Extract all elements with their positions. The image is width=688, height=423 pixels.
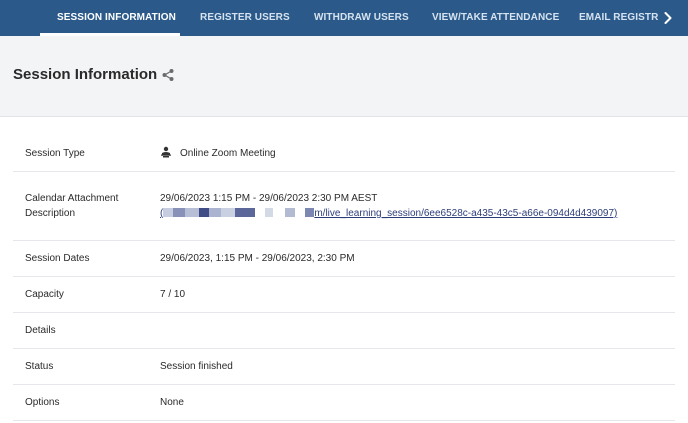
calendar-link-suffix: m/live_learning_session/6ee6528c-a435-43…	[314, 208, 618, 219]
tab-bar: SESSION INFORMATION REGISTER USERS WITHD…	[0, 0, 688, 36]
session-dates-value: 29/06/2023, 1:15 PM - 29/06/2023, 2:30 P…	[160, 253, 355, 264]
tab-view-take-attendance[interactable]: VIEW/TAKE ATTENDANCE	[432, 0, 559, 36]
details-label: Details	[25, 325, 56, 336]
session-type-value: Online Zoom Meeting	[160, 146, 276, 161]
calendar-link[interactable]: (m/live_learning_session/6ee6528c-a435-4…	[160, 206, 617, 221]
calendar-value-line1: 29/06/2023 1:15 PM - 29/06/2023 2:30 PM …	[160, 193, 378, 204]
row-capacity: Capacity 7 / 10	[13, 277, 675, 313]
status-value: Session finished	[160, 361, 233, 372]
session-type-label: Session Type	[25, 148, 85, 159]
redacted-url-part	[305, 208, 315, 217]
calendar-label-line1: Calendar Attachment	[25, 193, 119, 204]
row-session-type: Session Type Online Zoom Meeting	[13, 136, 675, 172]
tab-register-users[interactable]: REGISTER USERS	[200, 0, 290, 36]
session-type-text: Online Zoom Meeting	[180, 148, 276, 159]
options-label: Options	[25, 397, 60, 408]
capacity-label: Capacity	[25, 289, 64, 300]
chevron-right-icon[interactable]	[660, 0, 676, 36]
redacted-url-part	[163, 208, 286, 217]
capacity-value: 7 / 10	[160, 289, 186, 300]
session-details: Session Type Online Zoom Meeting Calenda…	[13, 136, 675, 421]
row-details: Details	[13, 313, 675, 349]
options-value: None	[160, 397, 184, 408]
row-calendar-attachment: Calendar Attachment Description 29/06/20…	[13, 172, 675, 241]
tab-email-registrants[interactable]: EMAIL REGISTR	[579, 0, 658, 36]
row-status: Status Session finished	[13, 349, 675, 385]
session-dates-label: Session Dates	[25, 253, 90, 264]
tab-withdraw-users[interactable]: WITHDRAW USERS	[314, 0, 409, 36]
share-icon[interactable]	[161, 68, 175, 82]
tab-session-information[interactable]: SESSION INFORMATION	[57, 0, 176, 36]
row-session-dates: Session Dates 29/06/2023, 1:15 PM - 29/0…	[13, 241, 675, 277]
status-label: Status	[25, 361, 54, 372]
page-header: Session Information	[0, 36, 688, 117]
calendar-attachment-label: Calendar Attachment Description	[25, 191, 118, 221]
row-options: Options None	[13, 385, 675, 421]
page-title: Session Information	[13, 66, 158, 83]
zoom-meeting-icon	[160, 146, 172, 158]
redacted-url-part	[285, 208, 296, 217]
redacted-url-part	[295, 208, 306, 217]
calendar-attachment-value: 29/06/2023 1:15 PM - 29/06/2023 2:30 PM …	[160, 191, 617, 221]
calendar-label-line2: Description	[25, 208, 76, 219]
